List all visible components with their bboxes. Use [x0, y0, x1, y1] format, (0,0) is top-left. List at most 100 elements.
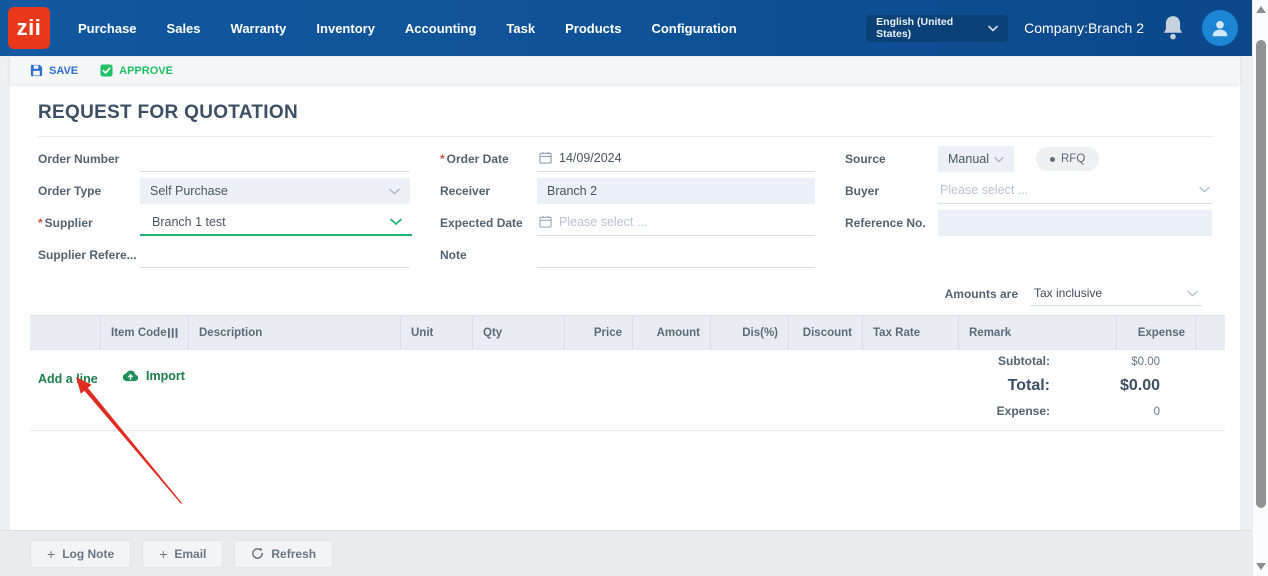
total-label: Total: — [1007, 377, 1050, 394]
notification-bell-icon[interactable] — [1160, 14, 1186, 42]
vertical-scrollbar[interactable] — [1252, 0, 1268, 576]
plus-icon: + — [47, 545, 56, 562]
page-title: REQUEST FOR QUOTATION — [38, 102, 298, 123]
nav-task[interactable]: Task — [506, 21, 535, 36]
chatter-footer: + Log Note + Email Refresh — [0, 530, 1252, 576]
log-note-button[interactable]: + Log Note — [30, 539, 132, 568]
calendar-icon — [539, 151, 552, 164]
save-button[interactable]: SAVE — [30, 64, 78, 77]
optional-columns-icon[interactable] — [167, 327, 178, 339]
chevron-down-icon — [389, 188, 400, 195]
cloud-upload-icon — [122, 370, 139, 382]
note-label: Note — [440, 248, 467, 262]
required-asterisk: * — [38, 216, 43, 230]
chevron-down-icon — [988, 25, 998, 32]
totals-panel: Subtotal: $0.00 Total: $0.00 Expense: 0 — [997, 354, 1160, 418]
order-type-select[interactable]: Self Purchase — [140, 178, 410, 204]
supplier-select[interactable]: Branch 1 test — [140, 210, 412, 236]
supplier-reference-label: Supplier Refere... — [38, 248, 137, 262]
scroll-down-arrow[interactable] — [1256, 563, 1266, 570]
required-asterisk: * — [440, 152, 445, 166]
approve-check-icon — [100, 64, 113, 77]
chevron-down-icon — [994, 156, 1004, 162]
import-button[interactable]: Import — [122, 369, 185, 383]
refresh-icon — [252, 547, 264, 559]
receiver-field: Branch 2 — [537, 178, 815, 204]
order-type-label: Order Type — [38, 184, 102, 198]
refresh-button[interactable]: Refresh — [234, 539, 334, 568]
calendar-icon — [539, 215, 552, 228]
save-floppy-icon — [30, 64, 43, 77]
subtotal-row: Subtotal: $0.00 — [997, 354, 1160, 368]
email-label: Email — [174, 546, 207, 561]
plus-icon: + — [159, 545, 168, 562]
expense-value: 0 — [1153, 406, 1160, 418]
rfq-badge-label: RFQ — [1061, 153, 1086, 165]
scrollbar-thumb[interactable] — [1256, 40, 1266, 508]
order-date-value: 14/09/2024 — [559, 150, 622, 165]
col-item-code: Item Code — [100, 316, 188, 349]
total-row: Total: $0.00 — [997, 377, 1160, 395]
nav-inventory[interactable]: Inventory — [316, 21, 375, 36]
top-navbar: zii Purchase Sales Warranty Inventory Ac… — [0, 0, 1252, 56]
expected-date-label: Expected Date — [440, 216, 523, 230]
source-value: Manual — [948, 152, 989, 166]
subtotal-value: $0.00 — [1131, 356, 1160, 368]
col-description: Description — [188, 316, 400, 349]
supplier-label: * Supplier — [38, 216, 93, 230]
supplier-value: Branch 1 test — [152, 215, 226, 229]
language-selector[interactable]: English (United States) — [866, 14, 1009, 42]
col-qty: Qty — [472, 316, 564, 349]
total-value: $0.00 — [1119, 377, 1160, 394]
order-type-value: Self Purchase — [150, 184, 228, 198]
nav-products[interactable]: Products — [565, 21, 621, 36]
col-dis-percent: Dis(%) — [710, 316, 788, 349]
save-label: SAVE — [49, 64, 79, 77]
table-bottom-divider — [30, 430, 1225, 431]
import-label: Import — [146, 369, 185, 383]
nav-configuration[interactable]: Configuration — [651, 21, 736, 36]
col-discount: Discount — [788, 316, 862, 349]
order-date-input[interactable]: 14/09/2024 — [537, 146, 815, 172]
approve-button[interactable]: APPROVE — [100, 64, 173, 77]
nav-purchase[interactable]: Purchase — [78, 21, 137, 36]
amounts-are-select[interactable]: Tax inclusive — [1030, 281, 1202, 306]
col-expense: Expense — [1116, 316, 1195, 349]
source-select[interactable]: Manual — [938, 146, 1014, 172]
reference-no-label: Reference No. — [845, 216, 926, 230]
buyer-select[interactable]: Please select ... — [938, 178, 1212, 204]
person-icon — [1212, 20, 1228, 37]
order-number-label: Order Number — [38, 152, 120, 166]
navbar-right: English (United States) Company:Branch 2 — [866, 10, 1252, 46]
nav-sales[interactable]: Sales — [167, 21, 201, 36]
reference-no-field — [938, 210, 1212, 236]
nav-accounting[interactable]: Accounting — [405, 21, 477, 36]
scroll-up-arrow[interactable] — [1256, 6, 1266, 13]
buyer-placeholder: Please select ... — [940, 182, 1029, 197]
col-actions — [1195, 316, 1225, 349]
rfq-status-badge: RFQ — [1036, 147, 1100, 171]
rfq-form-card: REQUEST FOR QUOTATION Order Number Order… — [10, 84, 1240, 530]
language-label: English (United States) — [876, 16, 954, 40]
action-toolbar: SAVE APPROVE — [10, 57, 1240, 84]
email-button[interactable]: + Email — [142, 539, 224, 568]
expected-date-placeholder: Please select ... — [559, 214, 648, 229]
source-label: Source — [845, 152, 886, 166]
add-a-line-link[interactable]: Add a line — [38, 372, 98, 386]
company-selector[interactable]: Company:Branch 2 — [1024, 20, 1144, 36]
main-menu: Purchase Sales Warranty Inventory Accoun… — [78, 21, 737, 36]
col-price: Price — [564, 316, 632, 349]
amounts-are-value: Tax inclusive — [1034, 286, 1103, 300]
refresh-label: Refresh — [271, 546, 317, 561]
supplier-reference-input[interactable] — [140, 242, 410, 268]
status-dot — [1050, 156, 1055, 162]
approve-label: APPROVE — [119, 64, 173, 77]
subtotal-label: Subtotal: — [998, 354, 1050, 368]
nav-warranty[interactable]: Warranty — [231, 21, 287, 36]
expected-date-input[interactable]: Please select ... — [537, 210, 815, 236]
user-avatar[interactable] — [1202, 10, 1238, 46]
order-number-input[interactable] — [140, 146, 410, 172]
app-logo[interactable]: zii — [8, 7, 50, 49]
order-date-label: * Order Date — [440, 152, 509, 166]
note-input[interactable] — [537, 242, 815, 268]
